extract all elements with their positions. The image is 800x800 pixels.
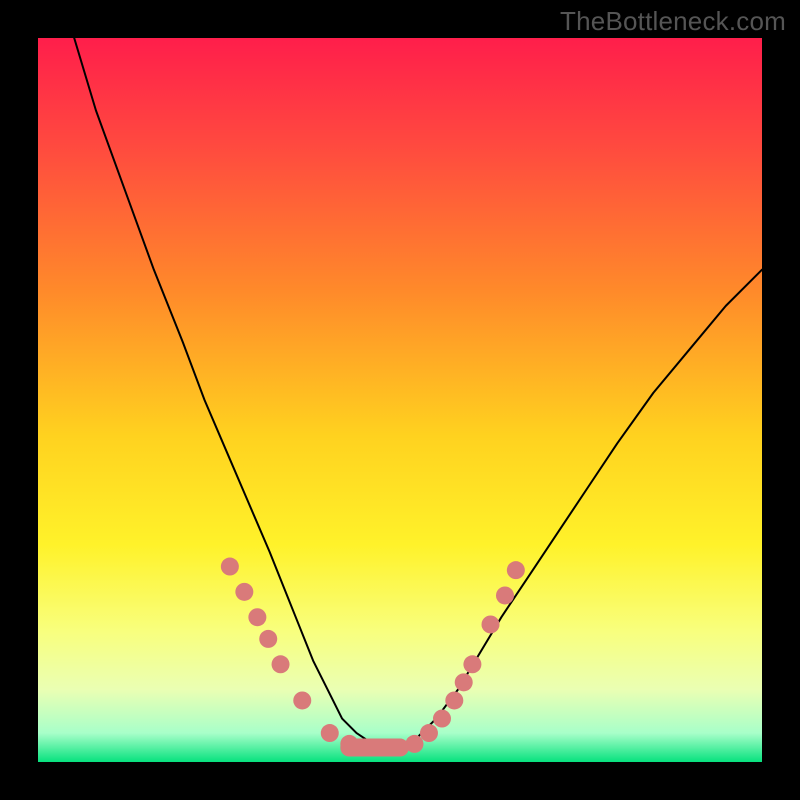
- highlight-dots-right-point: [420, 724, 438, 742]
- highlight-dots-left-point: [293, 691, 311, 709]
- highlight-dots-right-point: [455, 673, 473, 691]
- chart-frame: TheBottleneck.com: [0, 0, 800, 800]
- highlight-dots-right-point: [482, 615, 500, 633]
- highlight-dots-left-point: [272, 655, 290, 673]
- highlight-dots-left-point: [259, 630, 277, 648]
- highlight-dots-left-point: [235, 583, 253, 601]
- bottleneck-curve: [74, 38, 762, 748]
- watermark-text: TheBottleneck.com: [560, 6, 786, 37]
- highlight-dots-left-point: [221, 558, 239, 576]
- highlight-dots-right-point: [507, 561, 525, 579]
- highlight-dots-right-point: [445, 691, 463, 709]
- highlight-dots-left-point: [248, 608, 266, 626]
- highlight-dots-right-point: [463, 655, 481, 673]
- highlight-dots-right-point: [433, 710, 451, 728]
- highlight-dots-right-point: [496, 586, 514, 604]
- highlight-dots-left-point: [321, 724, 339, 742]
- chart-svg: [38, 38, 762, 762]
